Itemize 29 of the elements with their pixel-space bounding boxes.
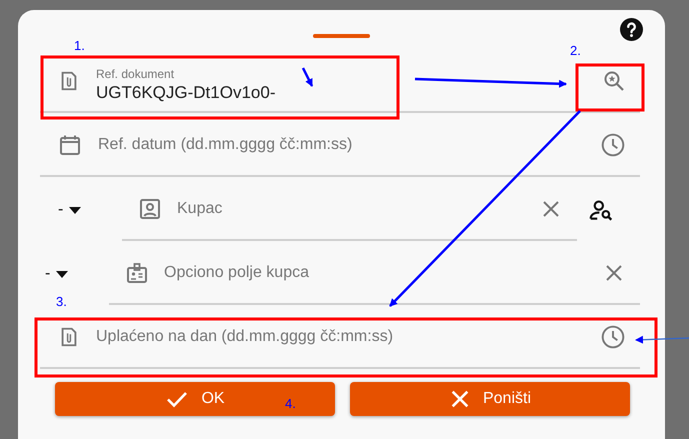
cancel-button[interactable]: Poništi xyxy=(350,382,630,416)
field-placeholder: Kupac xyxy=(177,200,222,218)
input-field[interactable]: Uplaćeno na dan (dd.mm.gggg čč:mm:ss) xyxy=(40,307,640,369)
dropdown-caret-icon[interactable] xyxy=(56,270,68,278)
arrow xyxy=(635,336,689,344)
field-placeholder: Opciono polje kupca xyxy=(164,264,309,282)
step-number: 1. xyxy=(74,38,85,53)
field-value: UGT6KQJG-Dt1Ov1o0- xyxy=(96,83,276,103)
id-badge-icon xyxy=(125,261,149,285)
input-field[interactable]: Kupac xyxy=(122,179,577,241)
field-placeholder: Uplaćeno na dan (dd.mm.gggg čč:mm:ss) xyxy=(96,328,394,346)
step-number: 3. xyxy=(56,294,67,309)
calendar-icon xyxy=(58,133,82,157)
clock-icon[interactable] xyxy=(600,132,626,158)
drag-handle[interactable] xyxy=(313,34,370,38)
help-icon[interactable] xyxy=(620,18,643,41)
contact-card-icon xyxy=(138,197,162,221)
input-field[interactable]: Ref. datum (dd.mm.gggg čč:mm:ss) xyxy=(40,115,640,177)
operator-value: - xyxy=(45,265,50,283)
dropdown-caret-icon[interactable] xyxy=(69,206,82,214)
clock-icon[interactable] xyxy=(600,324,626,350)
step-number: 4. xyxy=(285,396,296,411)
operator-value: - xyxy=(58,201,64,219)
field-label: Ref. dokument xyxy=(96,67,174,81)
arrow xyxy=(302,67,314,87)
field-placeholder: Ref. datum (dd.mm.gggg čč:mm:ss) xyxy=(98,136,352,154)
highlight-frame xyxy=(576,64,644,112)
input-field[interactable]: Opciono polje kupca xyxy=(109,243,640,305)
search-icon[interactable] xyxy=(602,69,626,93)
